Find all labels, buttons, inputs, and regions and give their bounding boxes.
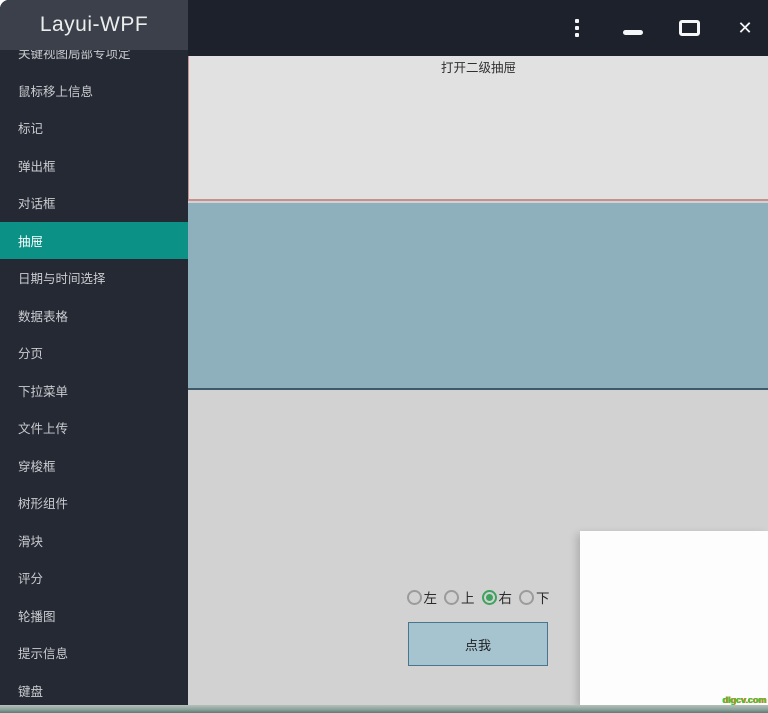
radio-option-3[interactable]: 下	[519, 587, 550, 607]
sidebar-item-15[interactable]: 轮播图	[0, 597, 188, 635]
kebab-menu-icon[interactable]	[562, 11, 592, 45]
radio-label: 下	[536, 591, 550, 606]
sidebar-item-17[interactable]: 键盘	[0, 672, 188, 706]
top-drawer-area: 打开二级抽屉	[188, 56, 768, 201]
app-title: Layui-WPF	[0, 0, 188, 50]
sidebar-item-14[interactable]: 评分	[0, 559, 188, 597]
radio-option-0[interactable]: 左	[406, 587, 438, 607]
sidebar-item-1[interactable]: 鼠标移上信息	[0, 72, 188, 110]
radio-option-1[interactable]: 上	[444, 587, 475, 607]
sidebar: 关键视图局部专项定 鼠标移上信息 标记 弹出框 对话框 抽屉 日期与时间选择 数据表格 分页 下拉…	[0, 0, 188, 705]
click-me-button[interactable]: 点我	[408, 622, 548, 666]
open-second-drawer-button[interactable]: 打开二级抽屉	[441, 56, 516, 76]
minimize-icon	[623, 29, 643, 35]
window-bottom-edge	[0, 705, 768, 713]
radio-circle-icon[interactable]	[481, 589, 497, 605]
radio-dot	[448, 594, 455, 601]
titlebar-buttons: ✕	[562, 0, 760, 56]
sidebar-item-7[interactable]: 数据表格	[0, 297, 188, 335]
minimize-button[interactable]	[618, 11, 648, 45]
watermark-text: dlgcv.com	[722, 695, 766, 705]
radio-label: 右	[498, 591, 513, 606]
sidebar-item-4[interactable]: 对话框	[0, 184, 188, 222]
app-window: ✕ 关键视图局部专项定 鼠标移上信息 标记 弹出框 对话框 抽屉 日期与时间选择 数据表格 分页…	[0, 0, 768, 713]
sidebar-item-5[interactable]: 抽屉	[0, 221, 188, 259]
sidebar-item-16[interactable]: 提示信息	[0, 634, 188, 672]
maximize-button[interactable]	[674, 11, 704, 45]
sidebar-item-9[interactable]: 下拉菜单	[0, 372, 188, 410]
radio-circle-icon[interactable]	[444, 589, 459, 605]
close-icon: ✕	[737, 18, 753, 38]
radio-dot	[411, 594, 418, 601]
sidebar-item-0[interactable]: 关键视图局部专项定	[0, 50, 188, 72]
radio-label: 上	[461, 591, 475, 606]
close-button[interactable]: ✕	[730, 11, 760, 45]
radio-circle-icon[interactable]	[406, 589, 422, 605]
sidebar-menu: 关键视图局部专项定 鼠标移上信息 标记 弹出框 对话框 抽屉 日期与时间选择 数据表格 分页 下拉…	[0, 50, 188, 705]
sidebar-item-3[interactable]: 弹出框	[0, 147, 188, 185]
radio-circle-icon[interactable]	[519, 589, 534, 605]
sidebar-item-8[interactable]: 分页	[0, 334, 188, 372]
main-content: 打开二级抽屉 左 上 右 下 点我 dlgcv.com	[188, 56, 768, 705]
radio-dot	[485, 593, 493, 601]
sidebar-item-12[interactable]: 树形组件	[0, 484, 188, 522]
sidebar-menu-viewport: 关键视图局部专项定 鼠标移上信息 标记 弹出框 对话框 抽屉 日期与时间选择 数据表格 分页 下拉…	[0, 50, 188, 705]
radio-label: 左	[423, 591, 438, 606]
app-title-text: Layui-WPF	[39, 13, 149, 36]
sidebar-item-11[interactable]: 穿梭框	[0, 447, 188, 485]
maximize-icon	[678, 20, 700, 36]
radio-option-2[interactable]: 右	[481, 587, 513, 607]
sidebar-item-10[interactable]: 文件上传	[0, 409, 188, 447]
sidebar-item-6[interactable]: 日期与时间选择	[0, 259, 188, 297]
drawer-overlay-band	[188, 203, 768, 390]
radio-dot	[523, 594, 530, 601]
sidebar-item-2[interactable]: 标记	[0, 109, 188, 147]
sidebar-item-13[interactable]: 滑块	[0, 522, 188, 560]
right-drawer-panel	[580, 531, 768, 705]
